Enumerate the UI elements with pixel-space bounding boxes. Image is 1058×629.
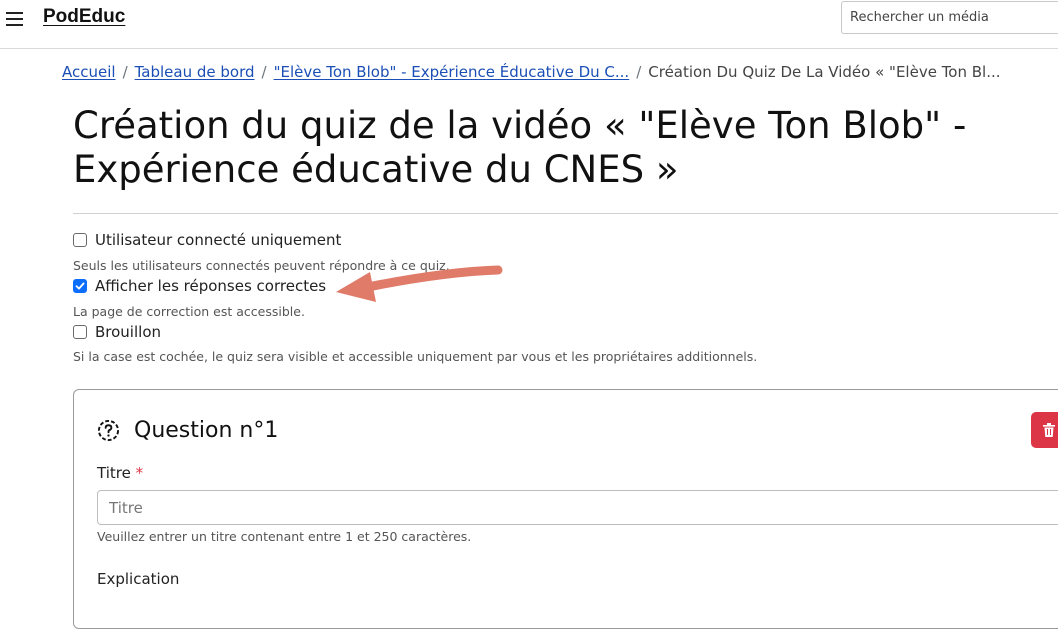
breadcrumb-current: Création Du Quiz De La Vidéo « "Elève To… — [648, 63, 1001, 81]
breadcrumb-separator: / — [261, 63, 267, 81]
page-title: Création du quiz de la vidéo « "Elève To… — [73, 104, 1033, 192]
breadcrumb-home[interactable]: Accueil — [62, 63, 116, 81]
option-logged-in-only[interactable]: Utilisateur connecté uniquement — [73, 230, 341, 250]
top-navbar: PodEduc — [0, 0, 1058, 49]
required-mark: * — [135, 464, 144, 482]
explanation-field-label: Explication — [97, 570, 180, 588]
option-label[interactable]: Afficher les réponses correctes — [95, 277, 326, 295]
option-label[interactable]: Utilisateur connecté uniquement — [95, 231, 341, 249]
breadcrumb-dashboard[interactable]: Tableau de bord — [135, 63, 255, 81]
page-title-line1: Création du quiz de la vidéo « "Elève To… — [73, 104, 967, 147]
delete-question-button[interactable] — [1031, 412, 1058, 448]
breadcrumb-separator: / — [636, 63, 642, 81]
option-label[interactable]: Brouillon — [95, 323, 161, 341]
logged-in-only-checkbox[interactable] — [73, 233, 87, 247]
question-circle-icon — [97, 419, 120, 442]
search-input[interactable] — [841, 1, 1058, 34]
divider — [73, 213, 1058, 214]
option-draft[interactable]: Brouillon — [73, 322, 161, 342]
breadcrumb-separator: / — [122, 63, 128, 81]
trash-icon — [1043, 423, 1055, 437]
breadcrumb-video[interactable]: "Elève Ton Blob" - Expérience Éducative … — [274, 63, 630, 81]
option-show-correct-answers[interactable]: Afficher les réponses correctes — [73, 276, 326, 296]
menu-icon[interactable] — [6, 10, 24, 26]
breadcrumb: Accueil / Tableau de bord / "Elève Ton Blob"… — [62, 62, 1001, 82]
question-title-input[interactable] — [97, 490, 1058, 525]
brand-logo-link[interactable]: PodEduc — [43, 6, 125, 28]
draft-checkbox[interactable] — [73, 325, 87, 339]
title-field-help: Veuillez entrer un titre contenant entre… — [97, 529, 472, 544]
option-help: Si la case est cochée, le quiz sera visi… — [73, 349, 758, 364]
checkmark-icon — [75, 282, 85, 290]
title-field-label: Titre * — [97, 464, 143, 482]
page-title-line2: Expérience éducative du CNES » — [73, 148, 679, 191]
option-help: La page de correction est accessible. — [73, 304, 305, 319]
title-label-text: Titre — [97, 464, 131, 482]
annotation-arrow-icon — [336, 265, 503, 302]
question-title: Question n°1 — [134, 418, 279, 443]
show-correct-answers-checkbox[interactable] — [73, 279, 87, 293]
